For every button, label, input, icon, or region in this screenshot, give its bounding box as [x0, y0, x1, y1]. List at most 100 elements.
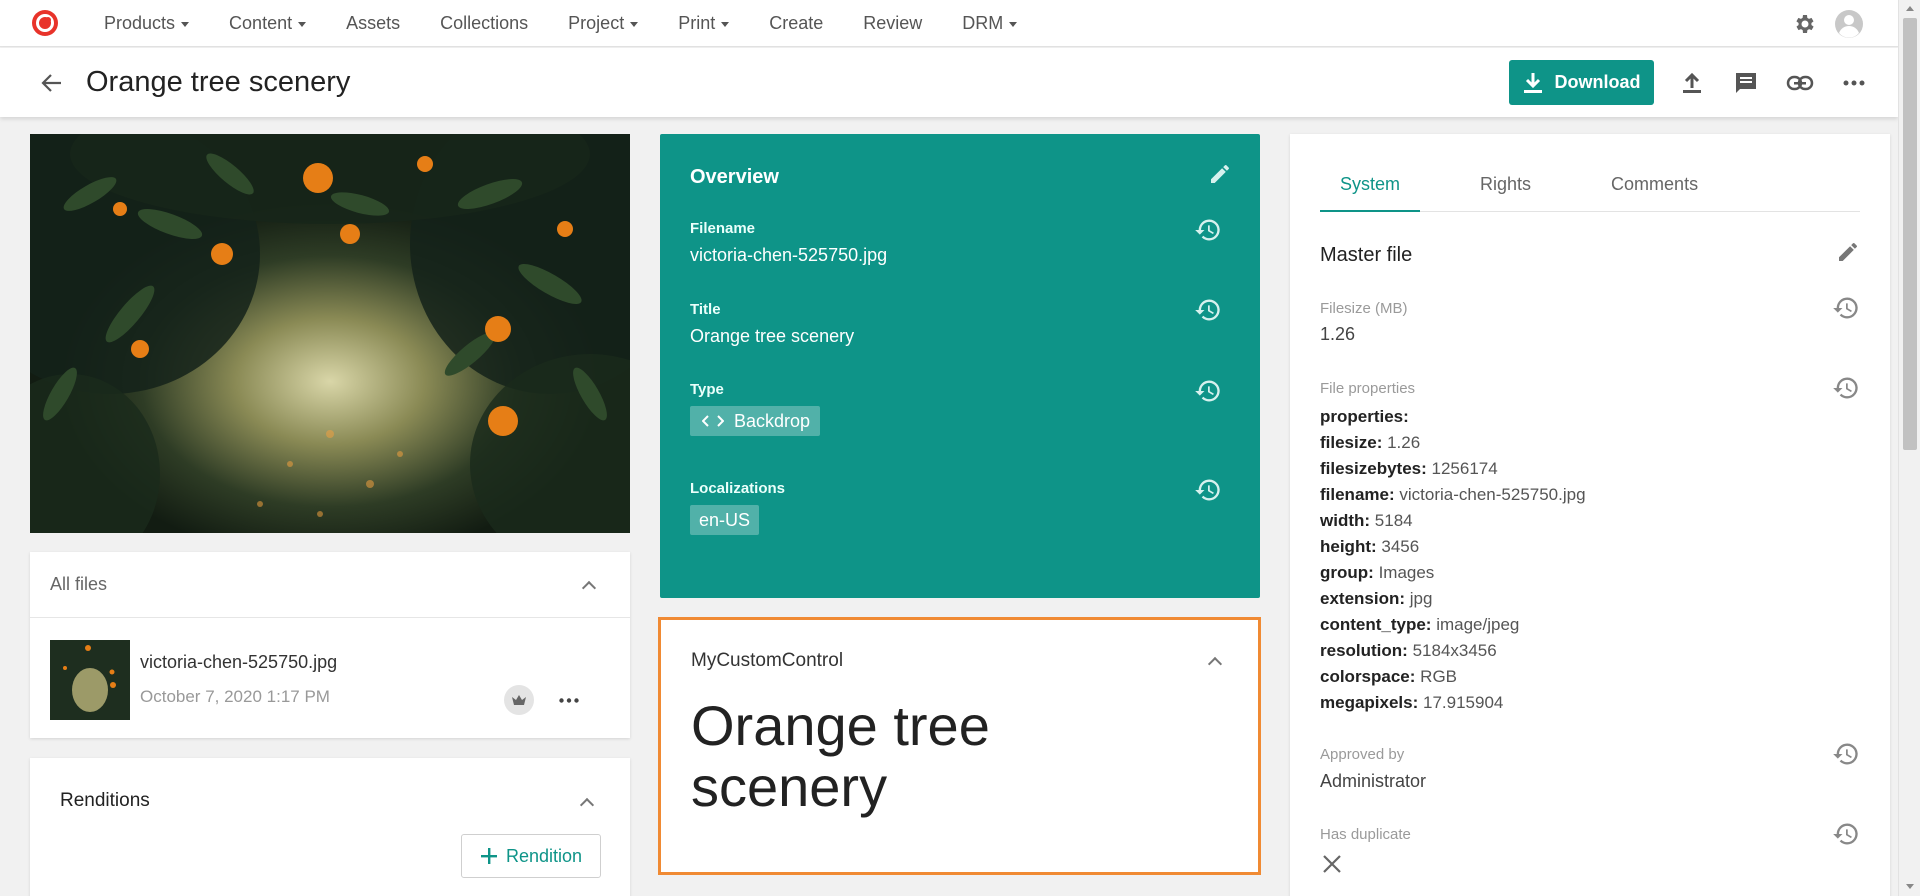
title-field: Title Orange tree scenery [690, 301, 854, 347]
property-row: content_type: image/jpeg [1320, 615, 1520, 634]
nav-assets[interactable]: Assets [346, 13, 400, 34]
filename-value: victoria-chen-525750.jpg [690, 245, 888, 265]
history-icon[interactable] [1832, 374, 1860, 402]
nav-collections-label: Collections [440, 12, 529, 33]
nav-drm[interactable]: DRM [962, 12, 1018, 34]
tab-rights[interactable]: Rights [1460, 174, 1551, 212]
tab-comments[interactable]: Comments [1591, 174, 1718, 212]
all-files-panel: All files victoria-chen-525750.jpg Octob… [30, 552, 630, 738]
nav-drm-label: DRM [962, 12, 1004, 33]
logo-icon[interactable] [30, 8, 60, 38]
caret-down-icon [630, 21, 639, 27]
filename-label: Filename [690, 220, 756, 237]
caret-down-icon [721, 21, 730, 27]
nav-review-label: Review [863, 12, 923, 33]
edit-icon[interactable] [1208, 162, 1232, 186]
nav-project[interactable]: Project [568, 13, 639, 34]
chevron-up-icon[interactable] [581, 580, 597, 595]
localizations-field: Localizations en-US [690, 480, 785, 535]
custom-control-panel: MyCustomControl Orange tree scenery [658, 617, 1261, 875]
property-row: resolution: 5184x3456 [1320, 641, 1497, 660]
nav-products[interactable]: Products [104, 12, 190, 34]
master-file-badge[interactable] [504, 685, 534, 715]
history-icon[interactable] [1194, 296, 1222, 324]
download-button[interactable]: Download [1509, 60, 1654, 105]
scroll-down-icon[interactable] [1906, 884, 1914, 889]
nav-create[interactable]: Create [769, 13, 823, 34]
all-files-header[interactable]: All files [30, 552, 630, 618]
history-icon[interactable] [1194, 377, 1222, 405]
tab-system[interactable]: System [1320, 174, 1421, 212]
upload-icon [1683, 72, 1701, 93]
nav-assets-label: Assets [346, 12, 401, 33]
master-file-title: Master file [1320, 244, 1413, 266]
property-row: megapixels: 17.915904 [1320, 693, 1504, 712]
nav-collections[interactable]: Collections [440, 13, 528, 34]
scrollbar-thumb[interactable] [1903, 18, 1917, 450]
back-button[interactable] [38, 69, 66, 97]
link-button[interactable] [1784, 67, 1816, 99]
code-icon [702, 415, 724, 427]
page-header: Orange tree scenery Download [0, 48, 1898, 117]
property-row: filesize: 1.26 [1320, 433, 1421, 452]
header-actions: Download [1509, 60, 1870, 105]
file-date: October 7, 2020 1:17 PM [140, 687, 330, 706]
filename-field: Filename victoria-chen-525750.jpg [690, 220, 887, 266]
chevron-up-icon[interactable] [579, 797, 595, 813]
settings-icon[interactable] [1792, 12, 1816, 36]
nav-products-label: Products [104, 12, 176, 33]
user-avatar-icon[interactable] [1834, 9, 1864, 39]
caret-down-icon [298, 21, 307, 27]
localizations-label: Localizations [690, 480, 786, 497]
system-panel: System Rights Comments Master file Files… [1290, 134, 1890, 896]
more-actions-button[interactable] [1838, 67, 1870, 99]
renditions-title: Renditions [60, 790, 150, 811]
has-duplicate-label: Has duplicate [1320, 826, 1411, 843]
detail-tabs: System Rights Comments [1320, 174, 1860, 212]
comment-button[interactable] [1730, 67, 1762, 99]
plus-icon [480, 848, 497, 864]
type-chip-label: Backdrop [734, 410, 811, 431]
thumbnail-image [50, 640, 130, 720]
asset-preview-image[interactable] [30, 134, 630, 533]
add-rendition-button[interactable]: Rendition [461, 834, 601, 878]
nav-print[interactable]: Print [678, 12, 730, 34]
type-chip[interactable]: Backdrop [690, 406, 821, 436]
property-row: filename: victoria-chen-525750.jpg [1320, 485, 1586, 504]
more-icon [1843, 80, 1865, 85]
type-label: Type [690, 381, 724, 398]
filesize-label: Filesize (MB) [1320, 300, 1408, 317]
overview-title: Overview [690, 166, 779, 188]
chevron-up-icon[interactable] [1207, 656, 1223, 672]
edit-icon[interactable] [1836, 240, 1860, 264]
history-icon[interactable] [1832, 740, 1860, 768]
file-more-button[interactable] [555, 688, 583, 712]
page-scrollbar[interactable] [1898, 0, 1920, 896]
file-name[interactable]: victoria-chen-525750.jpg [140, 652, 337, 673]
download-label: Download [1554, 72, 1641, 92]
caret-down-icon [181, 21, 190, 27]
history-icon[interactable] [1194, 476, 1222, 504]
localization-chip[interactable]: en-US [690, 505, 760, 535]
back-arrow-icon [41, 73, 61, 92]
file-thumbnail[interactable] [50, 640, 130, 720]
title-value: Orange tree scenery [690, 326, 855, 346]
nav-content-label: Content [229, 12, 293, 33]
nav-create-label: Create [769, 12, 824, 33]
approved-by-label: Approved by [1320, 746, 1405, 763]
orange-tree-photo [30, 134, 630, 533]
scroll-up-icon[interactable] [1906, 6, 1914, 11]
history-icon[interactable] [1832, 294, 1860, 322]
property-row: width: 5184 [1320, 511, 1413, 530]
history-icon[interactable] [1194, 216, 1222, 244]
nav-content[interactable]: Content [229, 12, 307, 34]
nav-review[interactable]: Review [863, 13, 922, 34]
custom-control-title: MyCustomControl [691, 650, 844, 671]
nav-print-label: Print [678, 12, 716, 33]
top-navigation: Products Content Assets Collections Proj… [0, 0, 1898, 47]
file-row[interactable]: victoria-chen-525750.jpg October 7, 2020… [30, 618, 630, 738]
history-icon[interactable] [1832, 820, 1860, 848]
renditions-panel: Renditions Rendition [30, 758, 630, 896]
upload-button[interactable] [1676, 67, 1708, 99]
title-label: Title [690, 301, 721, 318]
